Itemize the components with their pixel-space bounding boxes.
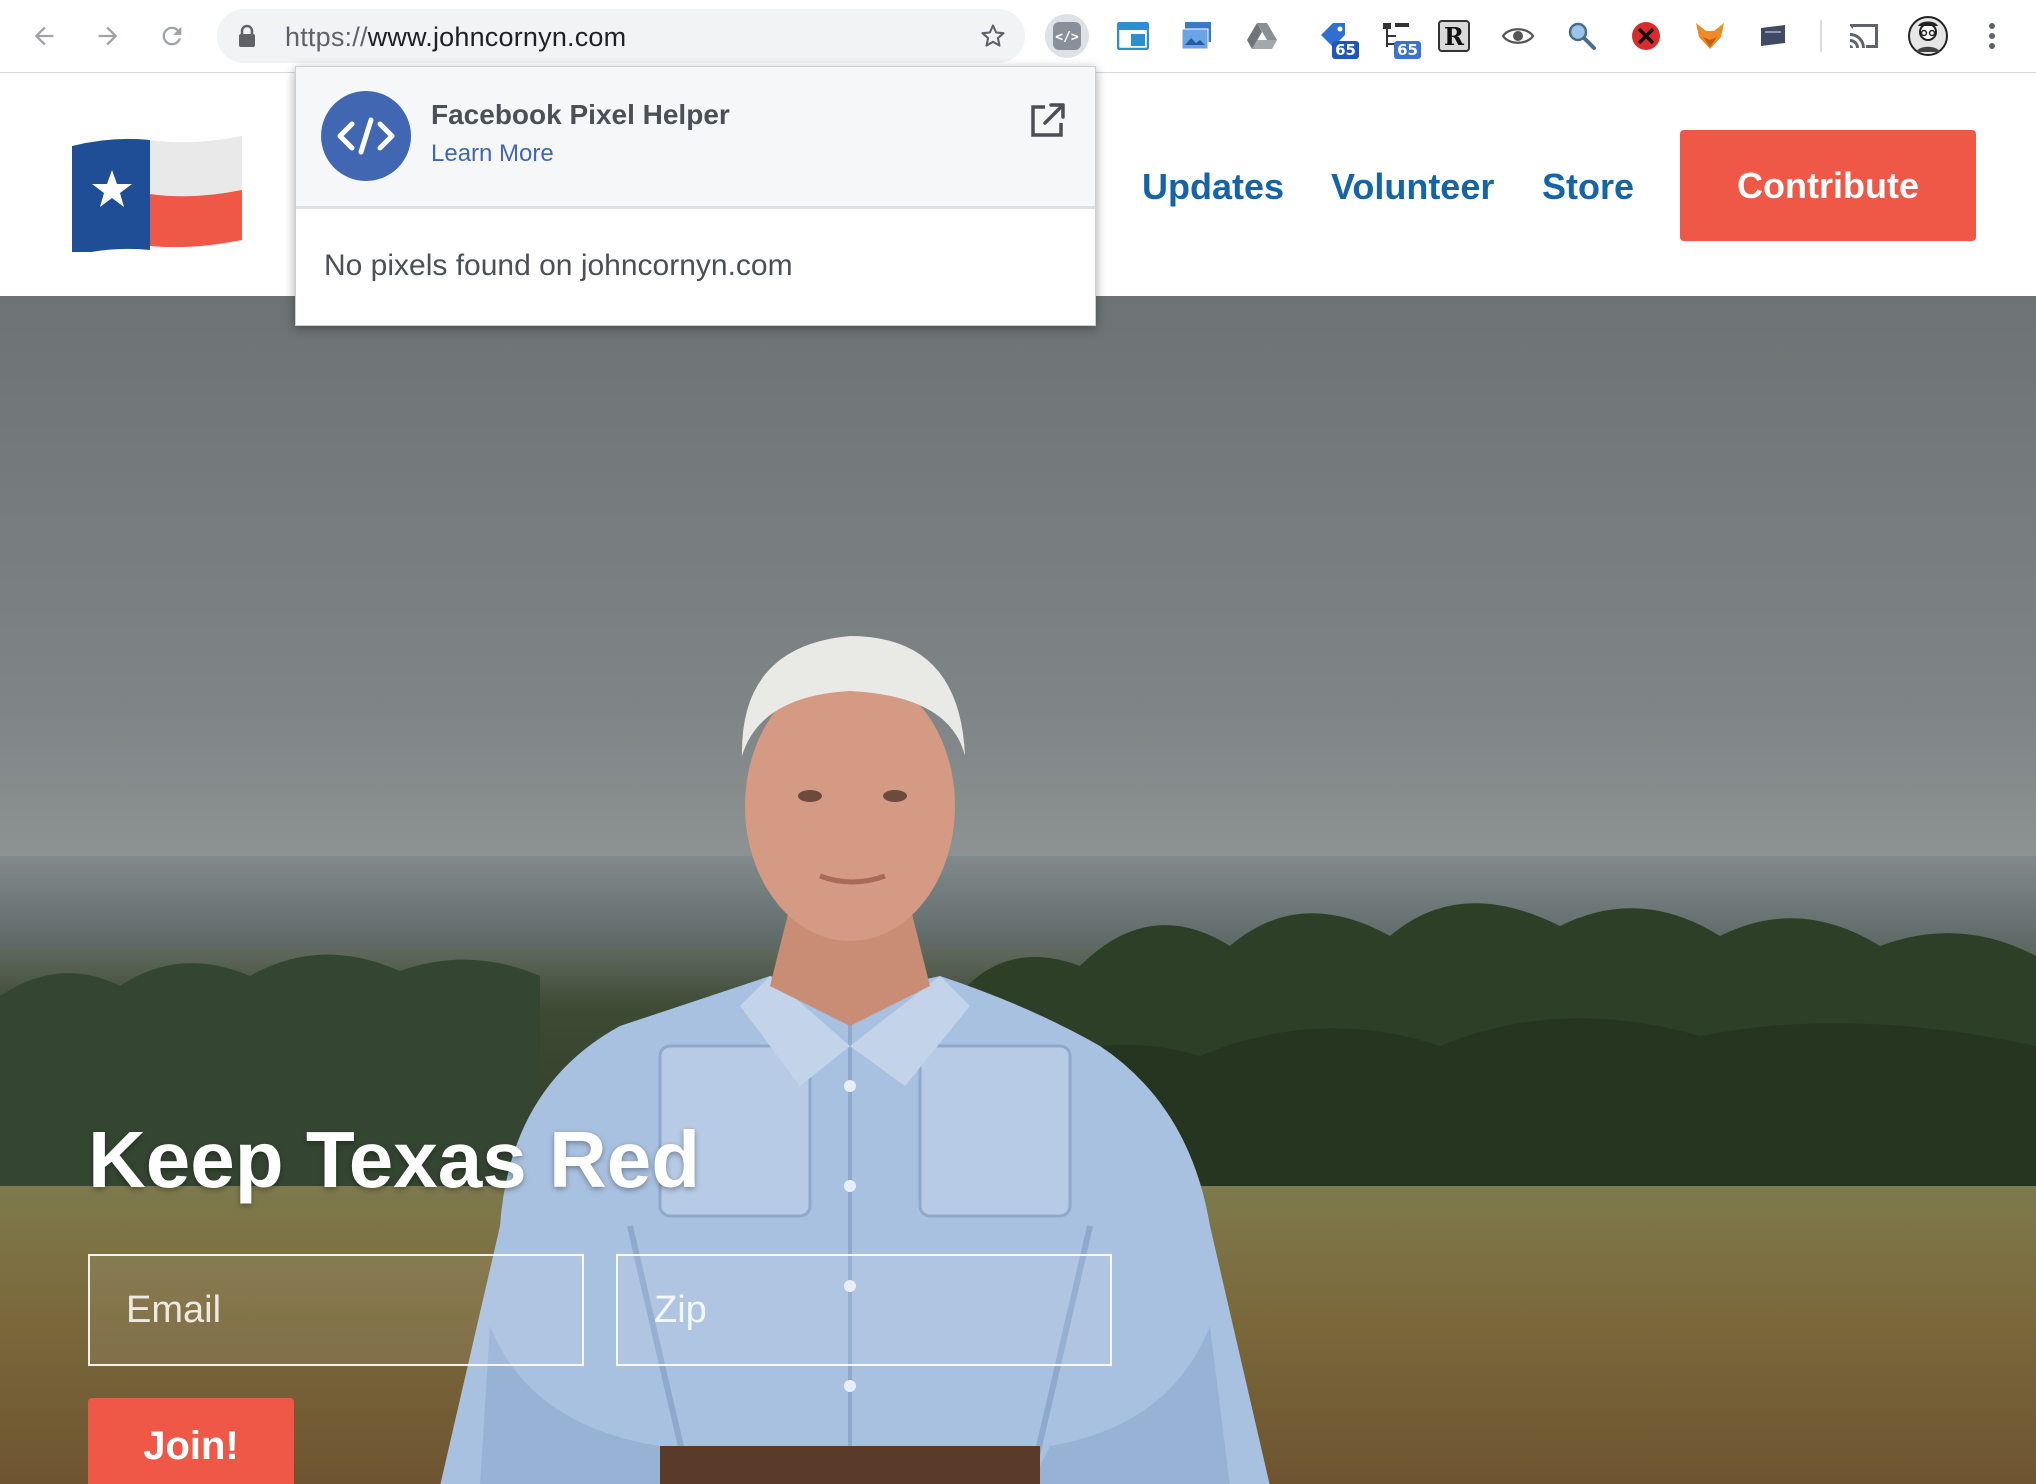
search-magnifier-extension[interactable]: [1560, 14, 1604, 58]
extension-badge: 65: [1394, 41, 1421, 59]
nav-updates[interactable]: Updates: [1142, 166, 1284, 208]
texas-flag-logo: [72, 136, 242, 256]
reload-icon: [162, 26, 182, 46]
window-extension[interactable]: [1111, 14, 1155, 58]
svg-text:</>: </>: [1055, 30, 1079, 45]
address-bar[interactable]: https://www.johncornyn.com: [217, 9, 1025, 63]
block-icon: [1632, 22, 1660, 50]
popup-header: Facebook Pixel Helper Learn More: [296, 67, 1095, 209]
card-icon: [1761, 25, 1785, 46]
lock-icon: [239, 24, 255, 47]
extension-badge: 65: [1332, 41, 1359, 59]
menu-dots-icon: [1989, 23, 1995, 49]
hero-title: Keep Texas Red: [88, 1115, 701, 1204]
readability-extension[interactable]: R: [1432, 14, 1476, 58]
join-button[interactable]: Join!: [88, 1398, 294, 1484]
pixel-helper-logo: [321, 91, 411, 181]
reload-button[interactable]: [150, 14, 194, 58]
pixel-helper-popup: Facebook Pixel Helper Learn More No pixe…: [295, 66, 1096, 326]
tree-extension[interactable]: 65: [1374, 14, 1421, 59]
nav-store[interactable]: Store: [1542, 166, 1634, 208]
back-button[interactable]: [22, 14, 66, 58]
r-letter-icon: R: [1438, 20, 1470, 52]
nav-volunteer[interactable]: Volunteer: [1331, 166, 1494, 208]
drive-icon: [1247, 23, 1277, 49]
cast-icon: [1850, 24, 1878, 48]
open-external-icon[interactable]: [1027, 101, 1067, 141]
site-logo[interactable]: JOC: [72, 122, 407, 289]
screenshot-extension[interactable]: [1175, 14, 1219, 58]
learn-more-link[interactable]: Learn More: [431, 140, 554, 168]
zip-field[interactable]: [616, 1254, 1112, 1366]
fox-icon: [1696, 23, 1724, 49]
back-icon: [34, 26, 54, 46]
pixel-helper-icon: </>: [1053, 22, 1081, 50]
window-icon: [1117, 22, 1149, 50]
blocker-extension[interactable]: [1624, 14, 1668, 58]
popup-title: Facebook Pixel Helper: [431, 99, 730, 130]
profile-avatar: [1908, 16, 1948, 56]
svg-text:R: R: [1444, 22, 1465, 51]
email-field[interactable]: [88, 1254, 584, 1366]
pixel-helper-extension[interactable]: </>: [1045, 14, 1089, 58]
chrome-menu-button[interactable]: [1970, 14, 2014, 58]
cast-button[interactable]: [1842, 14, 1886, 58]
code-brackets-icon: [337, 117, 395, 155]
card-extension[interactable]: [1752, 14, 1796, 58]
browser-toolbar: https://www.johncornyn.com </> 65 65 R: [0, 0, 2036, 73]
forward-button[interactable]: [86, 14, 130, 58]
screenshot-icon: [1181, 22, 1211, 50]
forward-icon: [98, 26, 118, 46]
popup-message: No pixels found on johncornyn.com: [324, 249, 793, 282]
eye-icon: [1501, 28, 1535, 44]
eye-extension[interactable]: [1496, 14, 1540, 58]
url-text: https://www.johncornyn.com: [285, 22, 627, 52]
bookmark-star-icon[interactable]: [979, 22, 1007, 50]
profile-button[interactable]: [1906, 14, 1950, 58]
toolbar-separator: [1820, 20, 1822, 52]
tag-extension[interactable]: 65: [1312, 14, 1359, 59]
contribute-button[interactable]: Contribute: [1680, 130, 1976, 241]
drive-extension[interactable]: [1240, 14, 1284, 58]
hero-section: Keep Texas Red Join!: [0, 296, 2036, 1484]
fox-extension[interactable]: [1688, 14, 1732, 58]
magnifier-icon: [1568, 22, 1596, 50]
